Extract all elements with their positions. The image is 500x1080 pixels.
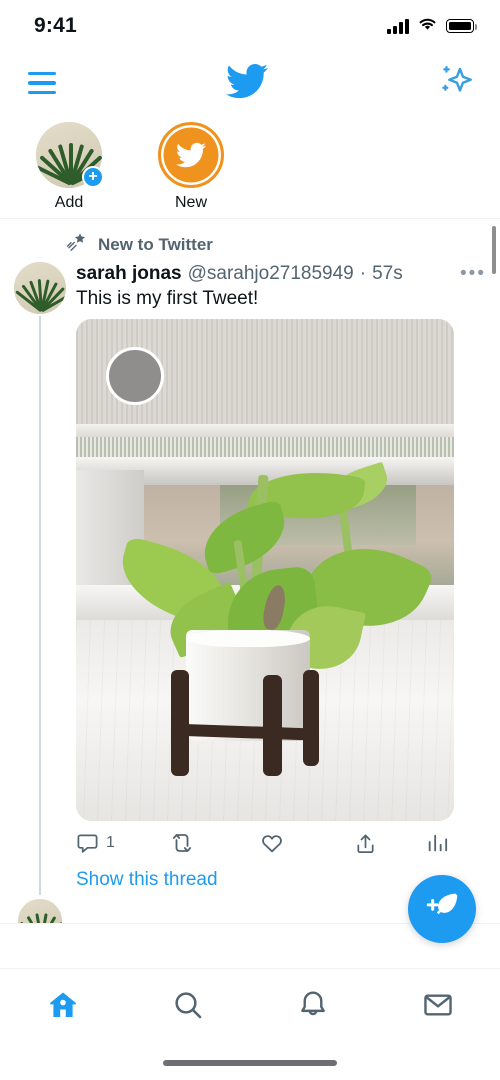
hamburger-menu-icon[interactable]: [28, 72, 56, 94]
photo-stand-leg: [263, 675, 282, 776]
tweet[interactable]: sarah jonas @sarahjo27185949 · 57s ••• T…: [0, 260, 500, 895]
photo-blind-edge: [76, 424, 454, 438]
photo-window-screen: [76, 436, 454, 458]
thread-connector-line: [39, 316, 41, 895]
tweet-actions: 1: [76, 831, 448, 855]
fleet-add[interactable]: + Add: [22, 122, 116, 212]
status-time: 9:41: [34, 14, 77, 37]
status-bar: 9:41: [0, 0, 500, 52]
reply-count: 1: [106, 834, 115, 851]
sparkle-timeline-settings-icon[interactable]: [438, 64, 472, 103]
avatar-sarah-jonas[interactable]: [14, 262, 66, 314]
twitter-bird-logo: [222, 60, 272, 107]
fleets-row: + Add New: [0, 114, 500, 219]
avatar-plant-art: [14, 262, 66, 314]
retweet-button[interactable]: [170, 831, 259, 855]
tweet-header: sarah jonas @sarahjo27185949 · 57s •••: [76, 262, 486, 285]
share-button[interactable]: [354, 832, 426, 855]
tweet-author-handle[interactable]: @sarahjo27185949: [188, 263, 354, 285]
nav-bar: [0, 52, 500, 114]
social-context-label: New to Twitter: [98, 234, 213, 254]
battery-full-icon: [446, 19, 478, 33]
avatar-sarah-jonas-small[interactable]: [18, 899, 62, 923]
fleet-add-label: Add: [54, 194, 84, 211]
tweet-text: This is my first Tweet!: [76, 288, 259, 309]
bottom-tab-bar: [0, 968, 500, 1080]
fleet-new-label: New: [174, 194, 207, 211]
tweet-body: sarah jonas @sarahjo27185949 · 57s ••• T…: [66, 262, 486, 895]
home-indicator-bar: [163, 1060, 337, 1066]
twitter-bird-icon: [158, 122, 224, 188]
status-indicators: [387, 16, 478, 36]
photo-tag-circle[interactable]: [106, 346, 165, 405]
wifi-icon: [417, 16, 438, 36]
fleet-new[interactable]: New: [144, 122, 238, 212]
tab-home[interactable]: [0, 989, 125, 1021]
signal-bars-icon: [387, 18, 409, 34]
compose-tweet-feather-icon: [425, 890, 459, 929]
more-options-icon[interactable]: •••: [460, 262, 486, 283]
tab-messages[interactable]: [375, 989, 500, 1021]
tweet-separator: ·: [359, 263, 367, 284]
tab-list: [0, 969, 500, 1041]
fleet-add-avatar-wrap: +: [36, 122, 104, 188]
like-button[interactable]: [260, 831, 354, 855]
photo-stand-leg: [302, 670, 320, 766]
add-fleet-plus-badge[interactable]: +: [82, 166, 104, 188]
tweet-avatar-column: [14, 262, 66, 895]
avatar-plant-art: [18, 899, 62, 923]
reply-button[interactable]: 1: [76, 832, 170, 855]
social-context: New to Twitter: [0, 219, 500, 260]
tweet-author-name[interactable]: sarah jonas: [76, 263, 182, 285]
tweet-media-photo[interactable]: [76, 319, 454, 821]
shooting-star-icon: [66, 231, 88, 258]
tweet-timestamp[interactable]: 57s: [372, 263, 403, 285]
analytics-button[interactable]: [426, 832, 448, 854]
tab-search[interactable]: [125, 989, 250, 1021]
timeline[interactable]: New to Twitter sarah jonas @sarahjo27185…: [0, 219, 500, 923]
tab-notifications[interactable]: [250, 989, 375, 1021]
photo-pot-rim: [185, 630, 311, 648]
compose-tweet-button[interactable]: [408, 875, 476, 943]
